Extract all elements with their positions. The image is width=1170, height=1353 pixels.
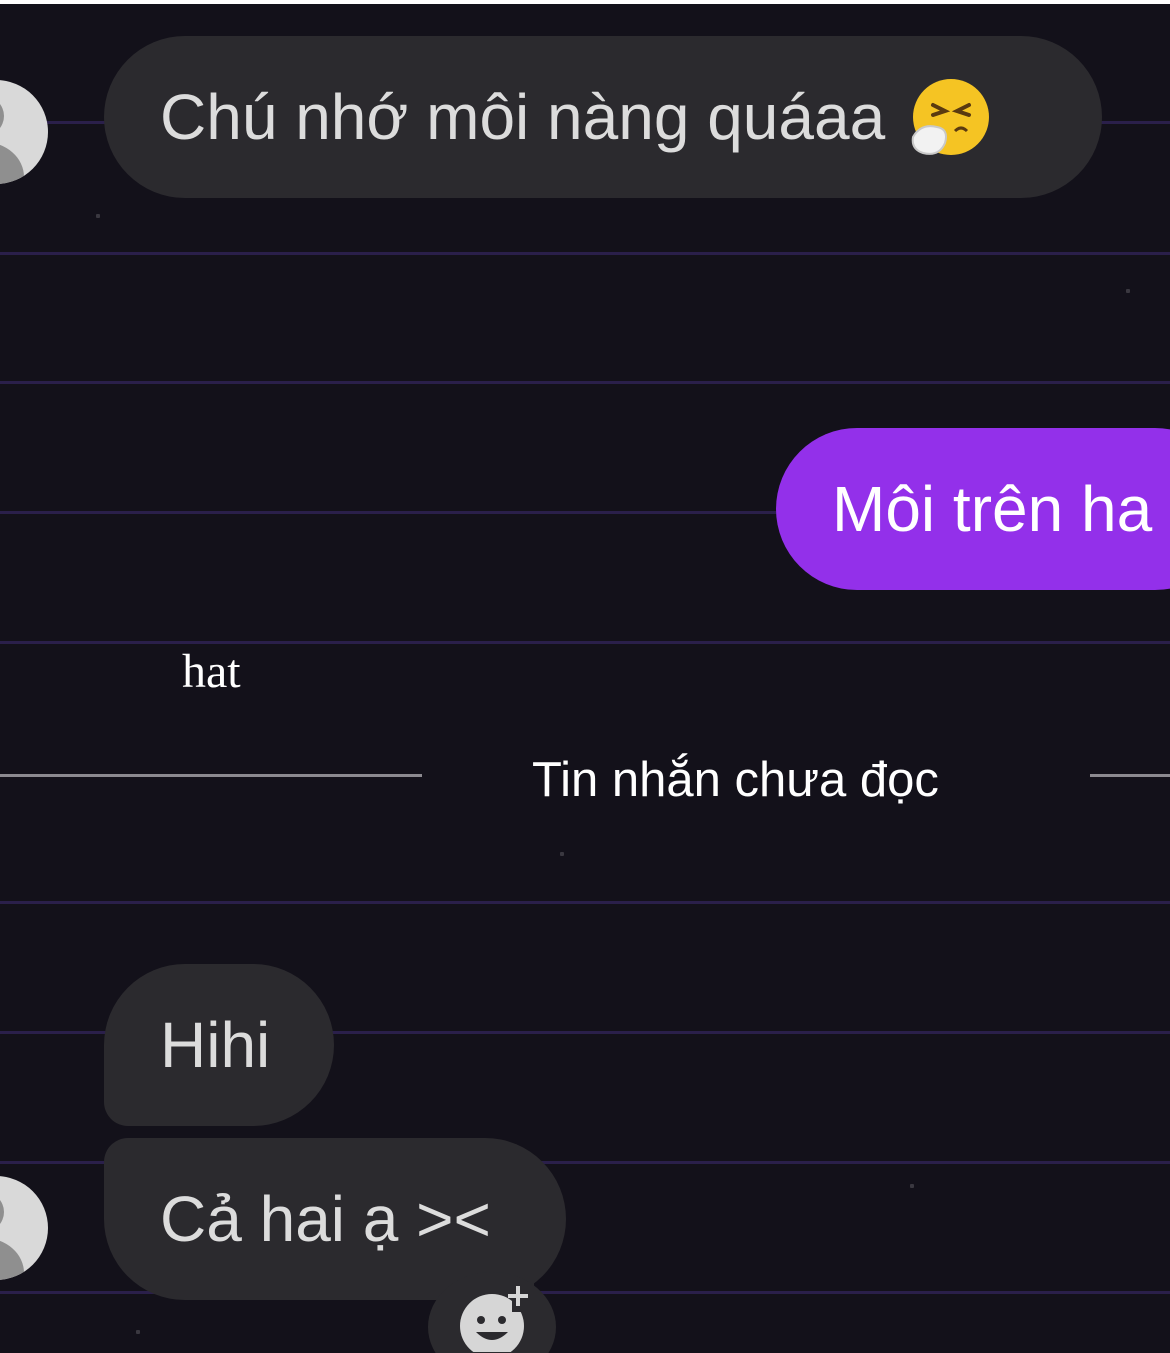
sneezing-face-icon <box>911 77 991 157</box>
message-bubble-incoming[interactable]: Hihi <box>104 964 334 1126</box>
speck <box>136 1330 140 1334</box>
caption-text: hat <box>182 645 241 698</box>
message-bubble-outgoing[interactable]: Môi trên ha <box>776 428 1170 590</box>
chat-screen: Chú nhớ môi nàng quáaa Môi trên ha hat T… <box>0 4 1170 1353</box>
speck <box>1126 289 1130 293</box>
speck <box>560 852 564 856</box>
speck <box>96 214 100 218</box>
add-reaction-button[interactable] <box>428 1272 556 1353</box>
ruled-line <box>0 381 1170 384</box>
message-text: Chú nhớ môi nàng quáaa <box>160 81 886 153</box>
add-reaction-icon <box>460 1282 534 1352</box>
ruled-line <box>0 252 1170 255</box>
avatar[interactable] <box>0 80 48 184</box>
unread-divider-label: Tin nhắn chưa đọc <box>532 753 939 807</box>
message-text: Cả hai ạ >< <box>160 1183 491 1255</box>
message-text: Môi trên ha <box>832 473 1153 545</box>
avatar[interactable] <box>0 1176 48 1280</box>
divider-line-left <box>0 774 422 777</box>
message-bubble-incoming[interactable]: Chú nhớ môi nàng quáaa <box>104 36 1102 198</box>
ruled-line <box>0 641 1170 644</box>
speck <box>910 1184 914 1188</box>
divider-line-right <box>1090 774 1170 777</box>
message-text: Hihi <box>160 1009 271 1081</box>
ruled-line <box>0 901 1170 904</box>
